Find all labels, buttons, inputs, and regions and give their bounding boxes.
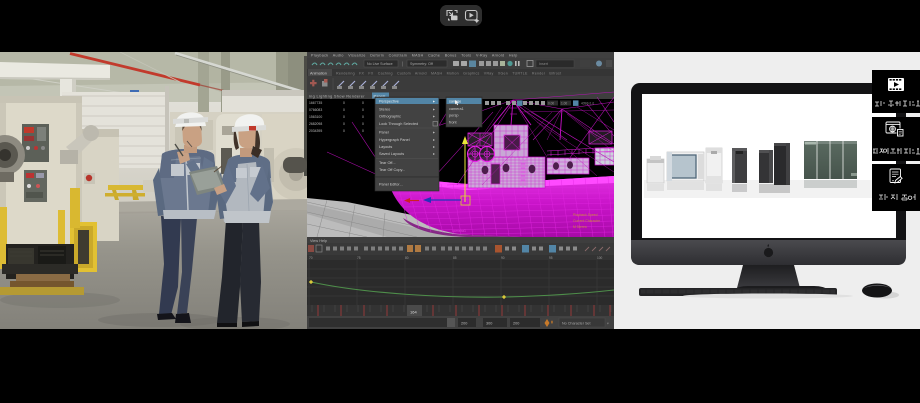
svg-text:Panel: Panel xyxy=(379,131,389,135)
svg-text:100: 100 xyxy=(597,256,603,260)
svg-text:1.00: 1.00 xyxy=(561,102,567,106)
svg-text:Hypergraph Panel: Hypergraph Panel xyxy=(379,138,410,142)
svg-text:Playback Speed: Playback Speed xyxy=(573,213,598,217)
svg-text:front: front xyxy=(449,120,458,124)
svg-text:No Live Surface: No Live Surface xyxy=(367,62,393,66)
svg-text:▸: ▸ xyxy=(433,152,435,156)
svg-text:▸: ▸ xyxy=(433,100,435,104)
svg-text:Panel Editor...: Panel Editor... xyxy=(379,183,403,187)
svg-text:View Help: View Help xyxy=(310,239,327,243)
svg-text:2034395: 2034395 xyxy=(309,129,322,133)
svg-text:0: 0 xyxy=(343,101,345,105)
svg-text:0: 0 xyxy=(343,129,345,133)
svg-text:Tear Off...: Tear Off... xyxy=(379,161,396,165)
svg-text:1667735: 1667735 xyxy=(309,101,322,105)
svg-text:Perspective: Perspective xyxy=(379,100,399,104)
svg-text:Animation: Animation xyxy=(310,71,327,75)
svg-text:▸: ▸ xyxy=(433,138,435,142)
svg-text:2682098: 2682098 xyxy=(309,122,322,126)
svg-text:90: 90 xyxy=(501,256,505,260)
svg-text:camera1: camera1 xyxy=(449,107,464,111)
svg-text:0: 0 xyxy=(343,115,345,119)
svg-text:ing Lighting Show Render: ing Lighting Show Renderer xyxy=(309,93,365,98)
svg-text:0766083: 0766083 xyxy=(309,108,322,112)
svg-text:80: 80 xyxy=(405,256,409,260)
svg-text:0: 0 xyxy=(362,129,364,133)
svg-text:0: 0 xyxy=(343,108,345,112)
svg-text:0: 0 xyxy=(362,122,364,126)
svg-text:▸: ▸ xyxy=(433,145,435,149)
svg-text:▸: ▸ xyxy=(433,115,435,119)
svg-text:0.00: 0.00 xyxy=(548,102,554,106)
svg-text:Stereo: Stereo xyxy=(379,107,390,111)
svg-text:164: 164 xyxy=(410,310,417,315)
svg-text:Tear Off Copy...: Tear Off Copy... xyxy=(379,168,405,172)
svg-text:▸: ▸ xyxy=(433,107,435,111)
svg-text:Look Through Selected: Look Through Selected xyxy=(379,122,418,126)
svg-text:persp: persp xyxy=(449,113,459,117)
svg-text:Orthographic: Orthographic xyxy=(379,115,401,119)
svg-text:▸: ▸ xyxy=(433,131,435,135)
svg-text:Current Character: Current Character xyxy=(573,219,601,223)
svg-text:Layouts: Layouts xyxy=(379,145,392,149)
svg-text:|: | xyxy=(402,62,403,68)
svg-text:300: 300 xyxy=(486,322,492,326)
svg-text:Symmetry: Off: Symmetry: Off xyxy=(410,62,433,66)
svg-text:M Stereo: M Stereo xyxy=(573,225,587,229)
svg-text:No Character Set: No Character Set xyxy=(562,322,591,326)
svg-text:0: 0 xyxy=(343,122,345,126)
svg-text:Insert: Insert xyxy=(539,62,548,66)
svg-text:200: 200 xyxy=(461,322,467,326)
svg-text:85: 85 xyxy=(453,256,457,260)
svg-text:0: 0 xyxy=(362,101,364,105)
svg-text:95: 95 xyxy=(549,256,553,260)
svg-text:0: 0 xyxy=(362,108,364,112)
svg-text:▮: ▮ xyxy=(551,320,553,324)
svg-text:1563100: 1563100 xyxy=(309,115,322,119)
svg-text:Saved Layouts: Saved Layouts xyxy=(379,152,404,156)
svg-text:camera1: camera1 xyxy=(452,229,466,233)
svg-text:Rendering FX FX Caching Custom: Rendering FX FX Caching Custom Arnold MA… xyxy=(336,71,561,75)
svg-text:4096x1.0: 4096x1.0 xyxy=(581,102,594,106)
svg-text:Playback Audio Visualize Defor: Playback Audio Visualize Deform Constrai… xyxy=(311,54,518,58)
svg-text:75: 75 xyxy=(357,256,361,260)
svg-text:0: 0 xyxy=(362,115,364,119)
svg-text:▾: ▾ xyxy=(607,322,609,326)
svg-text:200: 200 xyxy=(513,322,519,326)
svg-text:70: 70 xyxy=(309,256,313,260)
